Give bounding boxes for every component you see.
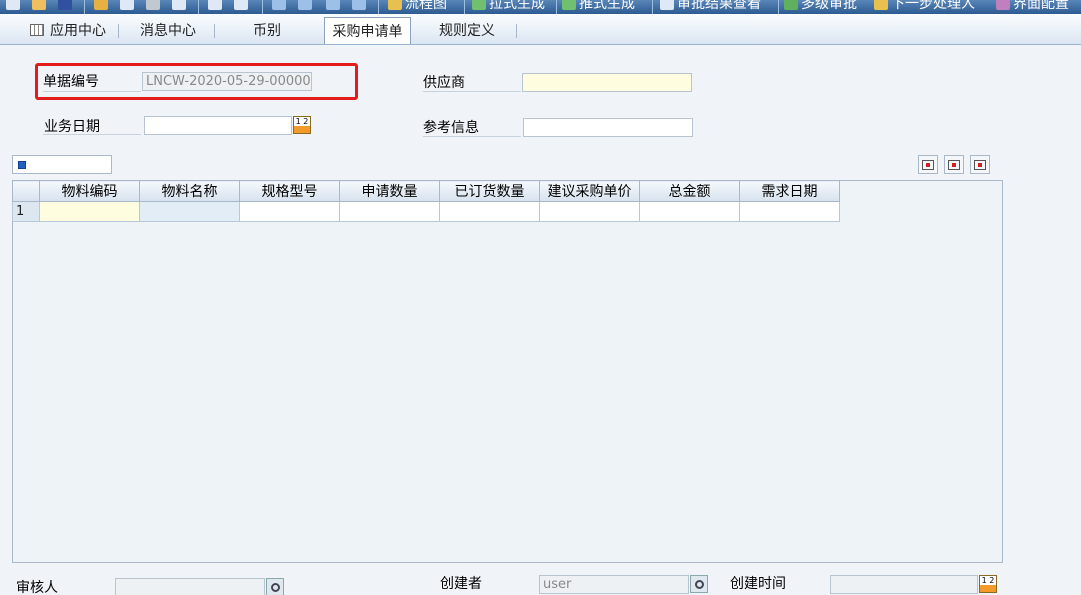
ui-config-icon [996, 0, 1010, 10]
creator-search-icon[interactable] [690, 575, 708, 593]
tab-purchase-request[interactable]: 采购申请单 [324, 17, 411, 44]
entry-grid [12, 180, 1003, 563]
delete-icon[interactable] [146, 0, 163, 13]
next-handler-icon [874, 0, 888, 10]
table-row[interactable]: 1 [12, 201, 840, 222]
table-cell[interactable] [639, 201, 740, 222]
prev-record-icon[interactable] [298, 0, 315, 13]
toolbar-pull-generate[interactable]: 拉式生成 [472, 0, 545, 13]
entry-tab[interactable] [12, 155, 112, 174]
ref-info-label: 参考信息 [423, 120, 479, 136]
creator-field[interactable]: user [539, 575, 689, 594]
table-cell[interactable] [139, 201, 240, 222]
toolbar-ui-config[interactable]: 界面配置 [996, 0, 1069, 13]
creator-label: 创建者 [440, 576, 482, 592]
print-preview-icon[interactable] [234, 0, 251, 13]
save-icon[interactable] [58, 0, 75, 13]
grid-icon [30, 24, 44, 36]
toolbar-multi-approval[interactable]: 多级审批 [784, 0, 857, 13]
reviewer-search-icon[interactable] [266, 578, 284, 595]
toolbar-flowchart[interactable]: 流程图 [388, 0, 447, 13]
insert-row-icon[interactable] [918, 155, 938, 174]
print-icon[interactable] [208, 0, 225, 13]
biz-date-label: 业务日期 [44, 119, 100, 135]
tab-app-center[interactable]: 应用中心 [18, 18, 118, 42]
biz-date-field[interactable] [144, 116, 292, 135]
calendar-icon[interactable]: 1 2 [979, 575, 997, 593]
toolbar-push-generate[interactable]: 推式生成 [562, 0, 635, 13]
column-header[interactable]: 需求日期 [739, 180, 840, 202]
entry-table: 物料编码 物料名称 规格型号 申请数量 已订货数量 建议采购单价 总金额 需求日… [12, 180, 840, 222]
column-header[interactable]: 规格型号 [239, 180, 340, 202]
table-cell[interactable] [239, 201, 340, 222]
toolbar-approval-result[interactable]: 审批结果查看 [660, 0, 761, 13]
created-time-label: 创建时间 [730, 576, 786, 592]
doc-no-field[interactable]: LNCW-2020-05-29-00000 [142, 72, 312, 91]
column-header[interactable]: 已订货数量 [439, 180, 540, 202]
new-icon[interactable] [6, 0, 23, 13]
top-toolbar: 流程图 拉式生成 推式生成 审批结果查看 多级审批 下一步处理人 界面配置 [0, 0, 1081, 14]
reviewer-field[interactable] [115, 578, 265, 595]
table-cell[interactable] [539, 201, 640, 222]
delete-row-icon[interactable] [970, 155, 990, 174]
edit-icon[interactable] [32, 0, 49, 13]
multi-approval-icon [784, 0, 798, 10]
table-cell[interactable] [339, 201, 440, 222]
tab-currency[interactable]: 币别 [220, 18, 314, 42]
supplier-label: 供应商 [423, 75, 465, 91]
column-header[interactable]: 申请数量 [339, 180, 440, 202]
tab-message-center[interactable]: 消息中心 [126, 18, 210, 42]
next-record-icon[interactable] [326, 0, 343, 13]
reviewer-label: 审核人 [16, 580, 58, 595]
column-header[interactable]: 物料名称 [139, 180, 240, 202]
copy-icon[interactable] [94, 0, 111, 13]
pull-generate-icon [472, 0, 486, 10]
table-cell[interactable] [39, 201, 140, 222]
entry-tab-icon [18, 161, 26, 169]
calendar-icon[interactable]: 1 2 [293, 116, 311, 134]
table-cell[interactable] [439, 201, 540, 222]
first-record-icon[interactable] [272, 0, 289, 13]
add-row-icon[interactable] [944, 155, 964, 174]
tab-bar: 应用中心 消息中心 币别 采购申请单 规则定义 [0, 14, 1081, 45]
created-time-field[interactable] [830, 575, 978, 594]
column-header[interactable]: 建议采购单价 [539, 180, 640, 202]
approval-result-icon [660, 0, 674, 10]
doc-no-label: 单据编号 [43, 74, 99, 90]
last-record-icon[interactable] [352, 0, 369, 13]
tab-rule-definition[interactable]: 规则定义 [420, 18, 514, 42]
column-header[interactable]: 总金额 [639, 180, 740, 202]
push-generate-icon [562, 0, 576, 10]
toolbar-next-handler[interactable]: 下一步处理人 [874, 0, 975, 13]
column-header[interactable]: 物料编码 [39, 180, 140, 202]
paste-icon[interactable] [120, 0, 137, 13]
attachment-icon[interactable] [172, 0, 189, 13]
table-cell[interactable] [739, 201, 840, 222]
row-header-corner [12, 180, 40, 202]
supplier-field[interactable] [522, 73, 692, 92]
ref-info-field[interactable] [523, 118, 693, 137]
row-number: 1 [12, 201, 40, 222]
flowchart-icon [388, 0, 402, 10]
